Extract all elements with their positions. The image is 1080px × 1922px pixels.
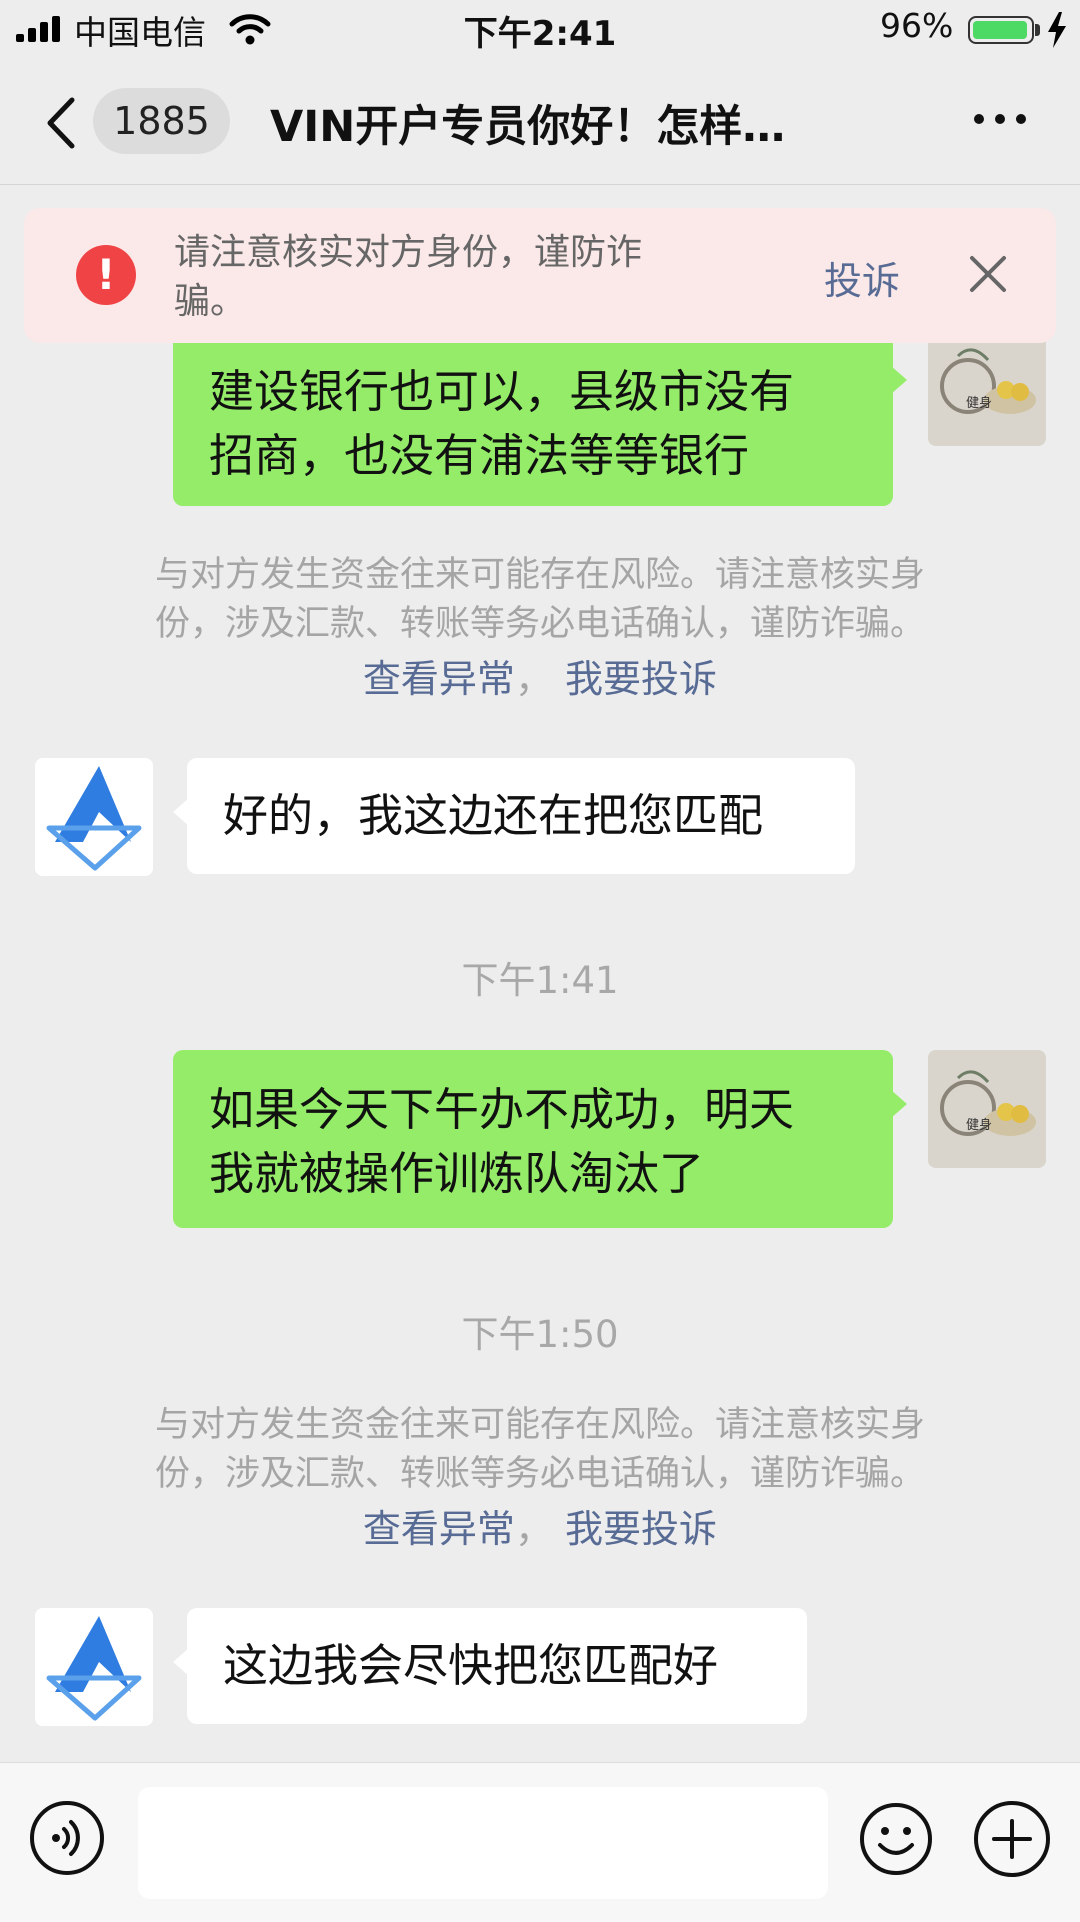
self-avatar[interactable]: 健身 [928,1050,1046,1168]
battery-level [973,21,1027,39]
outgoing-message-bubble[interactable]: 如果今天下午办不成功，明天 我就被操作训炼队淘汰了 [173,1050,907,1228]
risk-notice: 与对方发生资金往来可能存在风险。请注意核实身 份，涉及汇款、转账等务必电话确认，… [60,1401,1020,1499]
link-separator: ， [514,1507,553,1551]
battery-icon [968,16,1034,44]
incoming-message-bubble[interactable]: 这边我会尽快把您匹配好 [173,1608,807,1724]
view-exception-link[interactable]: 查看异常 [363,1507,515,1551]
close-icon[interactable] [962,248,1014,300]
message-input[interactable] [138,1787,828,1899]
link-separator: ， [514,657,553,701]
report-complaint-link[interactable]: 我要投诉 [565,657,717,701]
risk-notice-links: 查看异常， 我要投诉 [0,1498,1080,1553]
fraud-warning-banner: ! 请注意核实对方身份，谨防诈骗。 投诉 [24,208,1056,343]
alert-icon: ! [76,245,136,305]
complain-link[interactable]: 投诉 [824,250,900,305]
unread-count-badge[interactable]: 1885 [93,88,230,154]
plus-icon[interactable] [974,1801,1050,1877]
battery-percentage: 96% [880,6,954,45]
risk-notice: 与对方发生资金往来可能存在风险。请注意核实身 份，涉及汇款、转账等务必电话确认，… [60,551,1020,649]
contact-logo [35,1608,153,1726]
message-timestamp: 下午1:50 [461,1313,619,1356]
contact-logo [35,758,153,876]
warning-text: 请注意核实对方身份，谨防诈骗。 [174,232,643,322]
risk-notice-line: 份，涉及汇款、转账等务必电话确认，谨防诈骗。 [154,604,925,644]
nav-divider [0,184,1080,185]
contact-avatar[interactable] [35,758,153,876]
risk-notice-line: 份，涉及汇款、转账等务必电话确认，谨防诈骗。 [154,1454,925,1494]
message-line: 我就被操作训炼队淘汰了 [209,1147,705,1200]
message-timestamp: 下午1:41 [461,959,619,1002]
avatar-label: 健身 [966,396,993,411]
chat-title: VIN开户专员你好！怎样… [270,102,786,152]
battery-tip [1035,24,1040,36]
message-text: 这边我会尽快把您匹配好 [223,1639,719,1692]
message-line: 如果今天下午办不成功，明天 [209,1083,795,1136]
avatar-label: 健身 [966,1118,993,1133]
outgoing-message-bubble[interactable]: 建设银行也可以，县级市没有 招商，也没有浦法等等银行 [173,326,907,506]
message-line: 招商，也没有浦法等等银行 [209,429,750,482]
input-bar [0,1762,1080,1922]
voice-icon[interactable] [30,1801,104,1875]
self-avatar[interactable]: 健身 [928,326,1046,446]
more-dots-icon[interactable] [970,100,1030,140]
risk-notice-line: 与对方发生资金往来可能存在风险。请注意核实身 [154,555,925,595]
charging-icon [1048,12,1066,48]
message-text: 好的，我这边还在把您匹配 [223,789,764,842]
risk-notice-line: 与对方发生资金往来可能存在风险。请注意核实身 [154,1405,925,1445]
incoming-message-bubble[interactable]: 好的，我这边还在把您匹配 [173,758,855,874]
status-bar: 中国电信 下午2:41 96% [0,0,1080,60]
report-complaint-link[interactable]: 我要投诉 [565,1507,717,1551]
avatar-image [928,326,1046,446]
chevron-left-icon[interactable] [42,96,78,150]
avatar-image [928,1050,1046,1168]
contact-avatar[interactable] [35,1608,153,1726]
view-exception-link[interactable]: 查看异常 [363,657,515,701]
message-line: 建设银行也可以，县级市没有 [209,365,795,418]
emoji-icon[interactable] [858,1801,934,1877]
risk-notice-links: 查看异常， 我要投诉 [0,648,1080,703]
